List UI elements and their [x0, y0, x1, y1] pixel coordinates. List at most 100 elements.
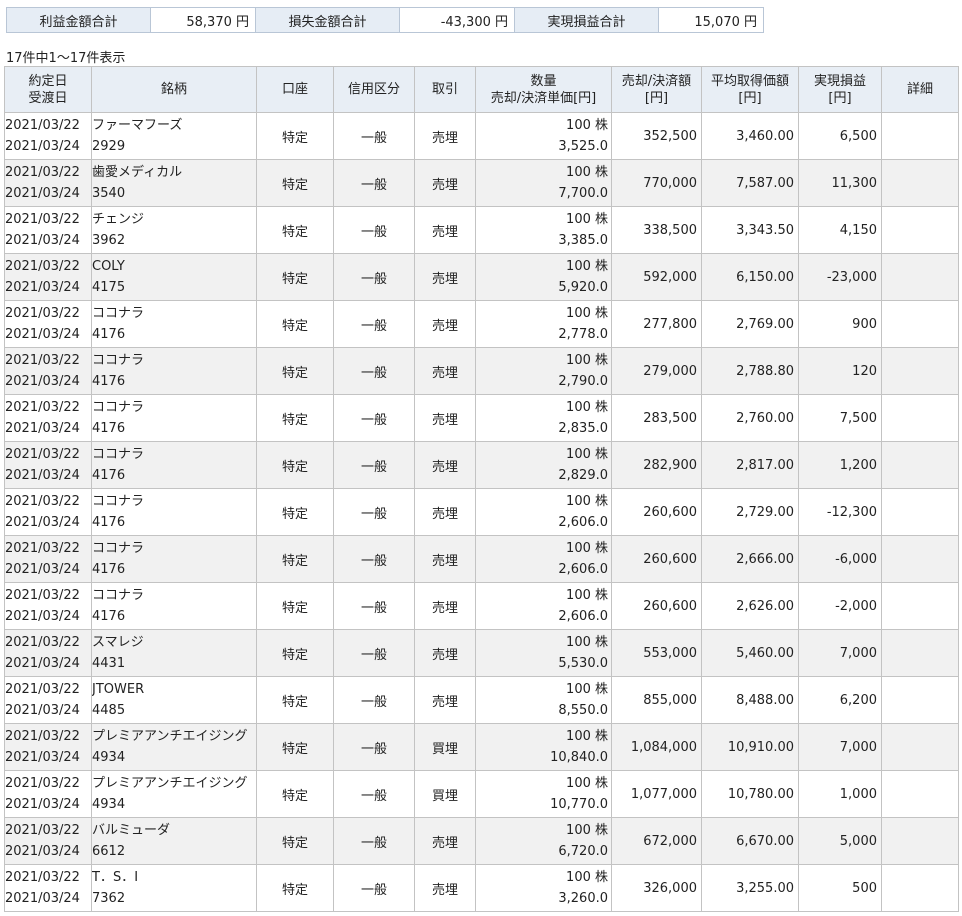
trade-type: 売埋	[414, 817, 476, 865]
trade-type: 売埋	[414, 864, 476, 912]
quantity: 100 株	[566, 259, 608, 274]
account-type: 特定	[256, 206, 334, 254]
stock-code: 4485	[92, 703, 126, 718]
table-row: 2021/03/22 2021/03/24 ファーマフーズ 2929 特定 一般 売埋 100…	[4, 112, 959, 160]
unit-price: 2,835.0	[558, 421, 608, 436]
account-type: 特定	[256, 112, 334, 160]
quantity-cell: 100 株 3,260.0	[475, 864, 612, 912]
unit-price: 2,778.0	[558, 327, 608, 342]
table-row: 2021/03/22 2021/03/24 T．S．I 7362 特定 一般 売埋 100 株…	[4, 864, 959, 912]
realized-pl: -23,000	[798, 253, 882, 301]
stock-name: COLY	[92, 259, 125, 274]
stock-cell: ココナラ 4176	[91, 441, 257, 489]
quantity: 100 株	[566, 823, 608, 838]
unit-price: 3,260.0	[558, 891, 608, 906]
header-quantity: 数量 売却/決済単価[円]	[475, 66, 612, 113]
detail-cell	[881, 582, 959, 630]
stock-code: 4934	[92, 750, 126, 765]
unit-price: 5,530.0	[558, 656, 608, 671]
realized-total-value: 15,070 円	[658, 7, 764, 33]
trade-date: 2021/03/22	[5, 588, 80, 603]
stock-name: ココナラ	[92, 306, 145, 321]
settlement-amount: 282,900	[611, 441, 702, 489]
credit-type: 一般	[333, 159, 415, 207]
table-row: 2021/03/22 2021/03/24 プレミアアンチエイジング 4934 特定 一般…	[4, 723, 959, 771]
detail-cell	[881, 535, 959, 583]
header-amount-line1: 売却/決済額	[621, 73, 692, 89]
credit-type: 一般	[333, 112, 415, 160]
account-type: 特定	[256, 629, 334, 677]
average-cost: 2,626.00	[701, 582, 799, 630]
date-cell: 2021/03/22 2021/03/24	[4, 253, 92, 301]
quantity: 100 株	[566, 776, 608, 791]
quantity-cell: 100 株 2,829.0	[475, 441, 612, 489]
settle-date: 2021/03/24	[5, 186, 80, 201]
stock-code: 4176	[92, 374, 126, 389]
table-row: 2021/03/22 2021/03/24 歯愛メディカル 3540 特定 一般 売埋 100…	[4, 159, 959, 207]
date-cell: 2021/03/22 2021/03/24	[4, 488, 92, 536]
quantity: 100 株	[566, 729, 608, 744]
settlement-amount: 1,077,000	[611, 770, 702, 818]
detail-cell	[881, 629, 959, 677]
trade-type: 売埋	[414, 300, 476, 348]
header-account: 口座	[256, 66, 334, 113]
realized-pl: 6,500	[798, 112, 882, 160]
trade-date: 2021/03/22	[5, 541, 80, 556]
date-cell: 2021/03/22 2021/03/24	[4, 159, 92, 207]
stock-cell: プレミアアンチエイジング 4934	[91, 770, 257, 818]
stock-code: 3962	[92, 233, 126, 248]
unit-price: 2,606.0	[558, 562, 608, 577]
account-type: 特定	[256, 770, 334, 818]
table-row: 2021/03/22 2021/03/24 ココナラ 4176 特定 一般 売埋 100 株2…	[4, 441, 959, 489]
stock-name: ココナラ	[92, 588, 145, 603]
date-cell: 2021/03/22 2021/03/24	[4, 394, 92, 442]
average-cost: 10,780.00	[701, 770, 799, 818]
detail-cell	[881, 770, 959, 818]
credit-type: 一般	[333, 394, 415, 442]
settle-date: 2021/03/24	[5, 797, 80, 812]
stock-name: ココナラ	[92, 353, 145, 368]
stock-name: プレミアアンチエイジング	[92, 729, 248, 744]
realized-pl: 900	[798, 300, 882, 348]
settle-date: 2021/03/24	[5, 280, 80, 295]
header-realized-pl-line2: [円]	[828, 90, 852, 106]
trade-date: 2021/03/22	[5, 400, 80, 415]
stock-code: 4176	[92, 515, 126, 530]
stock-cell: ココナラ 4176	[91, 535, 257, 583]
trade-date: 2021/03/22	[5, 494, 80, 509]
stock-name: ファーマフーズ	[92, 118, 183, 133]
settle-date: 2021/03/24	[5, 562, 80, 577]
quantity-cell: 100 株 3,525.0	[475, 112, 612, 160]
header-settle-date: 受渡日	[28, 90, 68, 106]
settle-date: 2021/03/24	[5, 844, 80, 859]
stock-name: ココナラ	[92, 447, 145, 462]
profit-total-label: 利益金額合計	[6, 7, 151, 33]
unit-price: 6,720.0	[558, 844, 608, 859]
header-name: 銘柄	[91, 66, 257, 113]
credit-type: 一般	[333, 441, 415, 489]
detail-cell	[881, 723, 959, 771]
quantity-cell: 100 株 2,606.0	[475, 582, 612, 630]
detail-cell	[881, 394, 959, 442]
date-cell: 2021/03/22 2021/03/24	[4, 112, 92, 160]
realized-pl: -6,000	[798, 535, 882, 583]
trade-type: 買埋	[414, 770, 476, 818]
stock-cell: ココナラ 4176	[91, 300, 257, 348]
unit-price: 2,606.0	[558, 609, 608, 624]
account-type: 特定	[256, 394, 334, 442]
date-cell: 2021/03/22 2021/03/24	[4, 300, 92, 348]
stock-name: 歯愛メディカル	[92, 165, 183, 180]
settlement-amount: 260,600	[611, 535, 702, 583]
header-realized-pl: 実現損益 [円]	[798, 66, 882, 113]
header-date: 約定日 受渡日	[4, 66, 92, 113]
header-amount: 売却/決済額 [円]	[611, 66, 702, 113]
detail-cell	[881, 206, 959, 254]
average-cost: 3,343.50	[701, 206, 799, 254]
realized-pl: 7,000	[798, 629, 882, 677]
realized-pl: 11,300	[798, 159, 882, 207]
stock-code: 7362	[92, 891, 126, 906]
header-quantity-line1: 数量	[530, 73, 557, 89]
realized-total-label: 実現損益合計	[514, 7, 659, 33]
stock-name: ココナラ	[92, 494, 145, 509]
quantity: 100 株	[566, 541, 608, 556]
